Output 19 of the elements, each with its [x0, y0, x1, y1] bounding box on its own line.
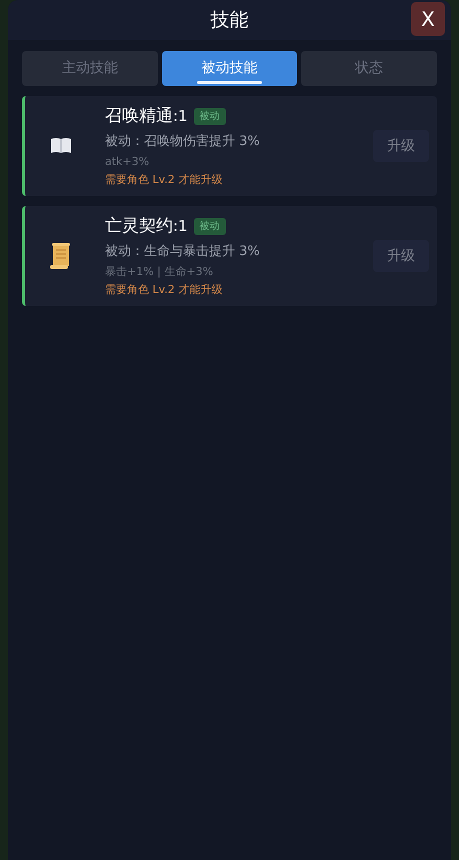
window-title: 技能	[210, 8, 248, 33]
skill-rank: :1	[173, 216, 188, 237]
skill-stats: 暴击+1% | 生命+3%	[105, 264, 214, 280]
skill-name: 召唤精通	[105, 104, 173, 128]
scroll-icon	[49, 242, 73, 270]
skill-effect: 被动：召唤物伤害提升 3%	[105, 133, 261, 151]
book-icon	[49, 136, 73, 156]
skill-effect: 被动：生命与暴击提升 3%	[105, 243, 261, 261]
close-button[interactable]: X	[411, 2, 445, 36]
level-requirement: 需要角色 Lv.2 才能升级	[105, 172, 224, 188]
tab[interactable]: 被动技能	[162, 51, 298, 86]
passive-badge: 被动	[194, 218, 226, 235]
skill-name: 亡灵契约	[105, 214, 173, 238]
level-requirement: 需要角色 Lv.2 才能升级	[105, 282, 224, 298]
passive-badge: 被动	[194, 108, 226, 125]
tab[interactable]: 主动技能	[22, 51, 158, 86]
skill-stats: atk+3%	[105, 154, 150, 170]
tab[interactable]: 状态	[301, 51, 438, 86]
skill-rank: :1	[173, 106, 188, 127]
